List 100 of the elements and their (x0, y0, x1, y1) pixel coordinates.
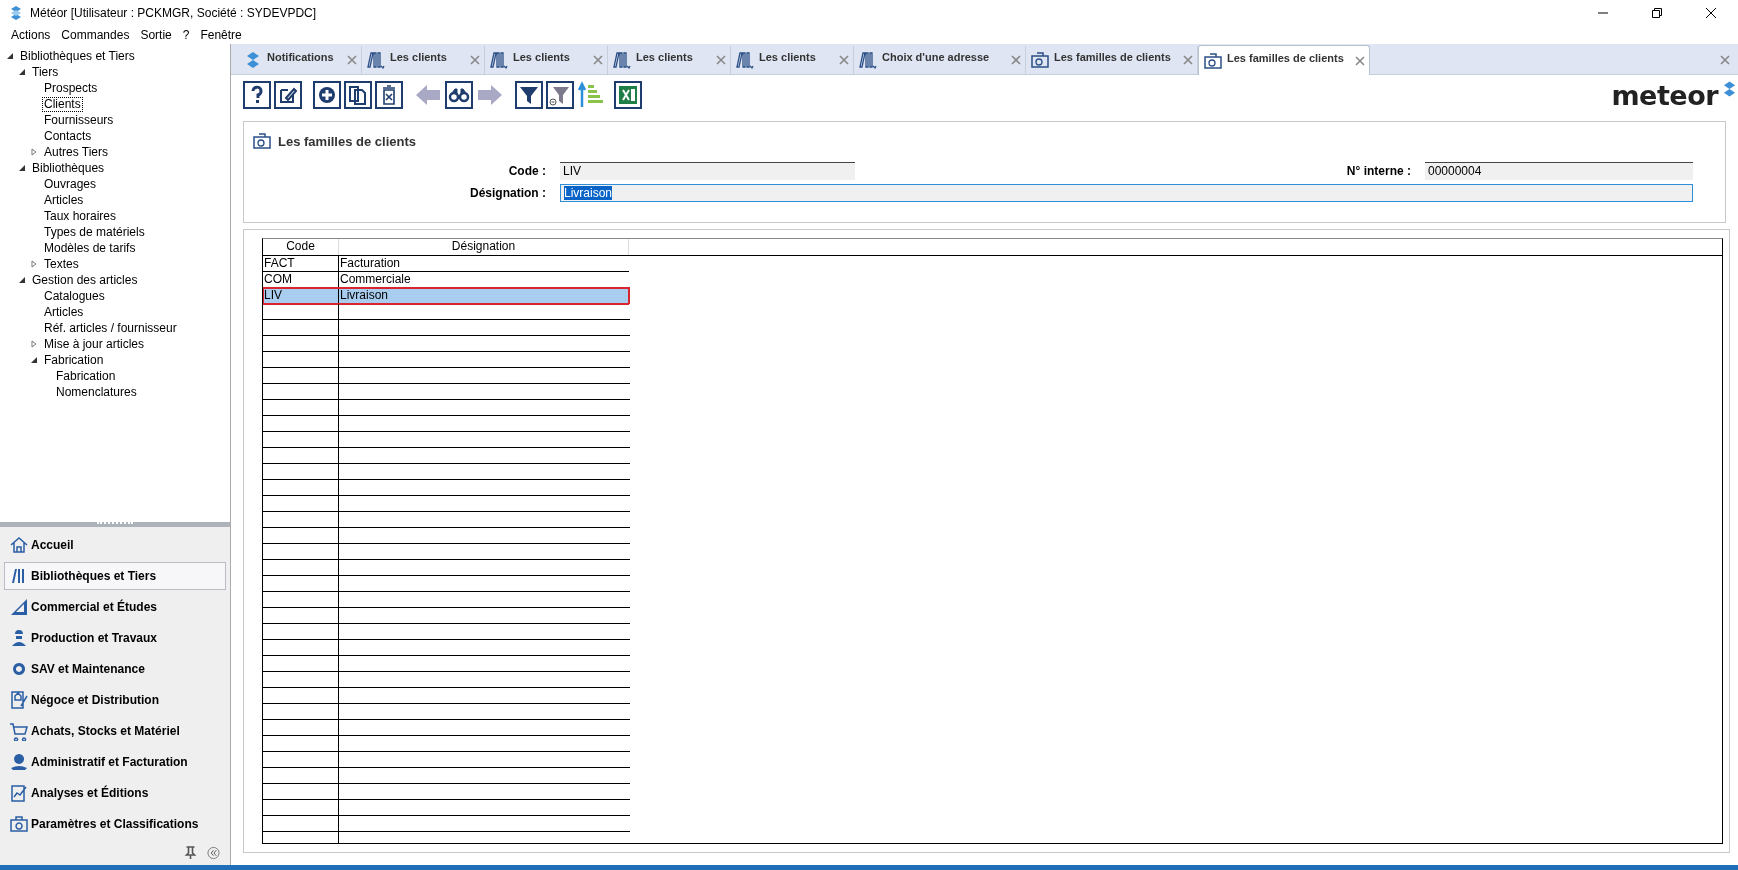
column-header[interactable]: Désignation (339, 239, 629, 255)
document-tab[interactable]: Les clients (608, 46, 731, 74)
binoculars-icon[interactable] (445, 81, 473, 109)
tree-item[interactable]: Bibliothèques et Tiers (18, 48, 137, 64)
nav-item[interactable]: SAV et Maintenance (4, 655, 226, 683)
tree-item[interactable]: Contacts (42, 128, 94, 144)
table-row[interactable]: FACT Facturation (263, 256, 629, 272)
tree-item[interactable]: Autres Tiers (42, 144, 111, 160)
tree-item[interactable]: Fabrication (42, 352, 106, 368)
excel-icon[interactable] (614, 81, 642, 109)
menu-item[interactable]: Actions (11, 28, 51, 42)
collapsed-triangle-icon[interactable] (30, 148, 38, 156)
document-tab[interactable]: Les clients (362, 46, 485, 74)
tree-item[interactable]: Prospects (42, 80, 100, 96)
document-tab[interactable]: Les familles de clients (1198, 45, 1370, 75)
module-icon (9, 814, 29, 834)
copy-icon[interactable] (344, 81, 372, 109)
nav-item[interactable]: Production et Travaux (4, 624, 226, 652)
delete-icon[interactable] (375, 81, 403, 109)
nav-item[interactable]: Achats, Stocks et Matériel (4, 717, 226, 745)
close-tab-icon[interactable] (1355, 55, 1365, 66)
field-label: Désignation : (469, 186, 547, 200)
table-cell: Livraison (339, 288, 629, 304)
close-tab-icon[interactable] (593, 55, 603, 65)
books-icon (612, 50, 632, 70)
tree-item[interactable]: Clients (42, 96, 83, 112)
close-tab-icon[interactable] (1011, 55, 1021, 65)
tree-item[interactable]: Gestion des articles (30, 272, 140, 288)
close-tab-icon[interactable] (1183, 55, 1193, 65)
menu-item[interactable]: Sortie (140, 28, 172, 42)
menu-item[interactable]: Commandes (61, 28, 130, 42)
collapsed-triangle-icon[interactable] (30, 340, 38, 348)
tree-item[interactable]: Textes (42, 256, 81, 272)
expanded-triangle-icon[interactable] (18, 164, 26, 172)
filter-icon[interactable] (515, 81, 543, 109)
designation-field[interactable]: Livraison (560, 184, 1693, 202)
code-field[interactable]: LIV (560, 162, 855, 180)
expanded-triangle-icon[interactable] (18, 276, 26, 284)
pin-icon[interactable] (184, 846, 197, 860)
books-icon (735, 50, 755, 70)
close-tab-icon[interactable] (470, 55, 480, 65)
remove-filter-icon[interactable] (546, 81, 574, 109)
document-tab[interactable]: Les clients (731, 46, 854, 74)
tree-item[interactable]: Mise à jour articles (42, 336, 147, 352)
books-icon (858, 50, 878, 70)
nav-item[interactable]: Négoce et Distribution (4, 686, 226, 714)
close-icon[interactable] (1705, 7, 1717, 19)
books-icon (366, 50, 386, 70)
nav-item[interactable]: Administratif et Facturation (4, 748, 226, 776)
help-icon[interactable] (243, 81, 271, 109)
module-icon (9, 752, 29, 772)
nav-item[interactable]: Paramètres et Classifications (4, 810, 226, 838)
tree-item[interactable]: Bibliothèques (30, 160, 107, 176)
tree-item[interactable]: Fabrication (54, 368, 118, 384)
tree-item[interactable]: Catalogues (42, 288, 107, 304)
expanded-triangle-icon[interactable] (30, 356, 38, 364)
close-tab-icon[interactable] (347, 55, 357, 65)
brand-mark-icon (1723, 80, 1736, 98)
module-icon (9, 690, 29, 710)
module-icon (9, 783, 29, 803)
window-title: Météor [Utilisateur : PCKMGR, Société : SYDEVPDC] (30, 6, 317, 20)
tree-item[interactable]: Ouvrages (42, 176, 99, 192)
tree-item[interactable]: Réf. articles / fournisseur (42, 320, 179, 336)
tree-item[interactable]: Articles (42, 192, 86, 208)
brand-logo: meteor (1611, 79, 1718, 111)
tree-item[interactable]: Taux horaires (42, 208, 119, 224)
expanded-triangle-icon[interactable] (6, 52, 14, 60)
module-icon (9, 535, 29, 555)
tree-item[interactable]: Fournisseurs (42, 112, 116, 128)
close-tab-icon[interactable] (839, 55, 849, 65)
table-cell: Commerciale (339, 272, 629, 288)
table-row[interactable]: LIV Livraison (263, 288, 629, 304)
menu-item[interactable]: Fenêtre (200, 28, 242, 42)
nav-item[interactable]: Commercial et Études (4, 593, 226, 621)
tree-item[interactable]: Articles (42, 304, 86, 320)
table-row[interactable]: COM Commerciale (263, 272, 629, 288)
add-icon[interactable] (313, 81, 341, 109)
nav-item[interactable]: Bibliothèques et Tiers (4, 562, 226, 590)
table-cell: COM (263, 272, 339, 288)
menu-item[interactable]: ? (182, 28, 190, 42)
restore-icon[interactable] (1651, 7, 1663, 19)
close-tab-icon[interactable] (716, 55, 726, 65)
expanded-triangle-icon[interactable] (18, 68, 26, 76)
tree-item[interactable]: Modèles de tarifs (42, 240, 138, 256)
column-header[interactable]: Code (263, 239, 339, 255)
tree-item[interactable]: Tiers (30, 64, 61, 80)
document-tab[interactable]: Notifications (239, 46, 362, 74)
module-icon (9, 597, 29, 617)
edit-icon[interactable] (274, 81, 302, 109)
table-cell: FACT (263, 256, 339, 272)
internal-number-field[interactable]: 00000004 (1425, 162, 1693, 180)
nav-item[interactable]: Analyses et Éditions (4, 779, 226, 807)
document-tab[interactable]: Les clients (485, 46, 608, 74)
collapsed-triangle-icon[interactable] (30, 260, 38, 268)
close-all-icon[interactable] (1720, 55, 1730, 65)
tree-item[interactable]: Nomenclatures (54, 384, 139, 400)
nav-item[interactable]: Accueil (4, 531, 226, 559)
collapse-icon[interactable] (207, 846, 220, 860)
document-tab[interactable]: Choix d'une adresse (854, 46, 1026, 74)
tree-item[interactable]: Types de matériels (42, 224, 147, 240)
